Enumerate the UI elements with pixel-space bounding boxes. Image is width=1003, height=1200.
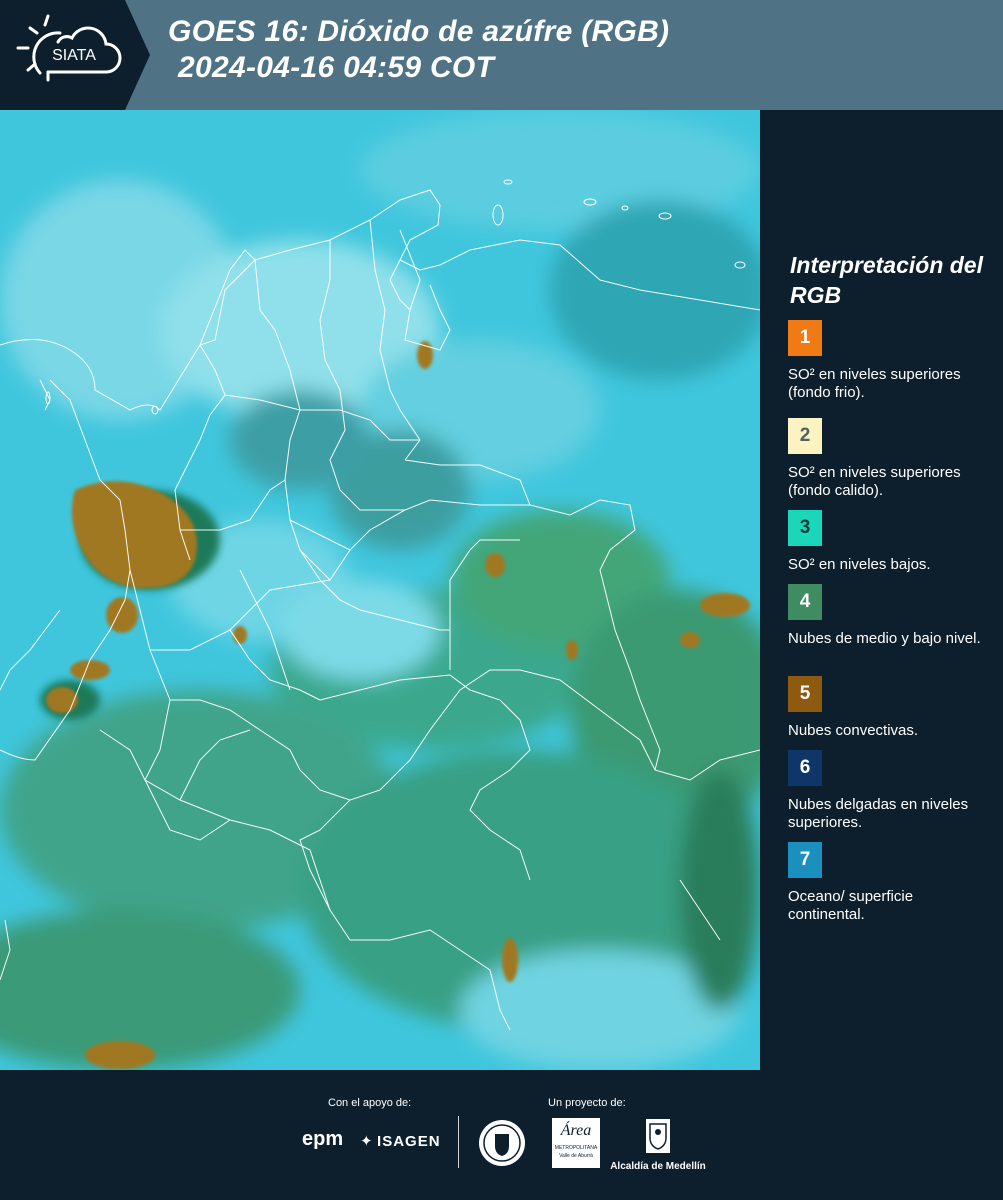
siata-logo: SIATA: [0, 0, 150, 110]
legend-label: Nubes de medio y bajo nivel.: [788, 630, 981, 647]
legend-item-1: 1 SO² en niveles superiores (fondo frio)…: [788, 320, 998, 402]
university-seal-icon: [477, 1118, 527, 1173]
epm-logo: epm: [302, 1128, 344, 1150]
legend-item-3: 3 SO² en niveles bajos.: [788, 510, 998, 574]
legend-item-5: 5 Nubes convectivas.: [788, 676, 998, 740]
legend-swatch: 7: [788, 842, 822, 878]
footer-divider: [458, 1116, 459, 1168]
alcaldia-shield-icon: [646, 1119, 670, 1153]
legend-swatch: 5: [788, 676, 822, 712]
satellite-map: [0, 110, 760, 1070]
legend-panel: Interpretación del RGB 1 SO² en niveles …: [760, 110, 1003, 1070]
svg-text:SIATA: SIATA: [52, 47, 96, 64]
legend-item-2: 2 SO² en niveles superiores (fondo calid…: [788, 418, 998, 500]
area-sub2: Valle de Aburrá: [559, 1153, 593, 1159]
legend-swatch: 6: [788, 750, 822, 786]
title-line1: GOES 16: Dióxido de azúfre (RGB): [168, 15, 670, 48]
legend-swatch: 4: [788, 584, 822, 620]
title-line2: 2024-04-16 04:59 COT: [178, 51, 495, 84]
project-label: Un proyecto de:: [548, 1097, 626, 1109]
header: SIATA GOES 16: Dióxido de azúfre (RGB) 2…: [0, 0, 1003, 110]
isagen-icon: ✦: [360, 1133, 373, 1150]
legend-title: Interpretación del RGB: [790, 252, 983, 308]
area-sub: METROPOLITANA: [554, 1145, 598, 1151]
legend-label: SO² en niveles bajos.: [788, 556, 931, 573]
legend-label: Nubes convectivas.: [788, 722, 919, 739]
legend-swatch: 1: [788, 320, 822, 356]
legend-swatch: 2: [788, 418, 822, 454]
legend-label: SO² en niveles superiores (fondo calido)…: [788, 464, 961, 499]
footer: Con el apoyo de: Un proyecto de: epm ✦ I…: [0, 1070, 1003, 1200]
legend-item-6: 6 Nubes delgadas en niveles superiores.: [788, 750, 998, 832]
support-label: Con el apoyo de:: [328, 1097, 412, 1109]
area-metropolitana-logo: Área METROPOLITANA Valle de Aburrá: [552, 1118, 602, 1168]
legend-label: Oceano/ superficie continental.: [788, 888, 914, 923]
legend-item-4: 4 Nubes de medio y bajo nivel.: [788, 584, 998, 648]
alcaldia-logo: Alcaldía de Medellín: [610, 1118, 706, 1172]
area-title: Área: [560, 1122, 592, 1139]
legend-item-7: 7 Oceano/ superficie continental.: [788, 842, 998, 924]
isagen-text: ISAGEN: [377, 1133, 441, 1150]
legend-swatch: 3: [788, 510, 822, 546]
alcaldia-text: Alcaldía de Medellín: [610, 1161, 706, 1172]
legend-label: Nubes delgadas en niveles superiores.: [788, 796, 969, 831]
page-title: GOES 16: Dióxido de azúfre (RGB) 2024-04…: [168, 14, 669, 86]
legend-label: SO² en niveles superiores (fondo frio).: [788, 366, 961, 401]
isagen-logo: ✦ ISAGEN: [360, 1132, 441, 1151]
